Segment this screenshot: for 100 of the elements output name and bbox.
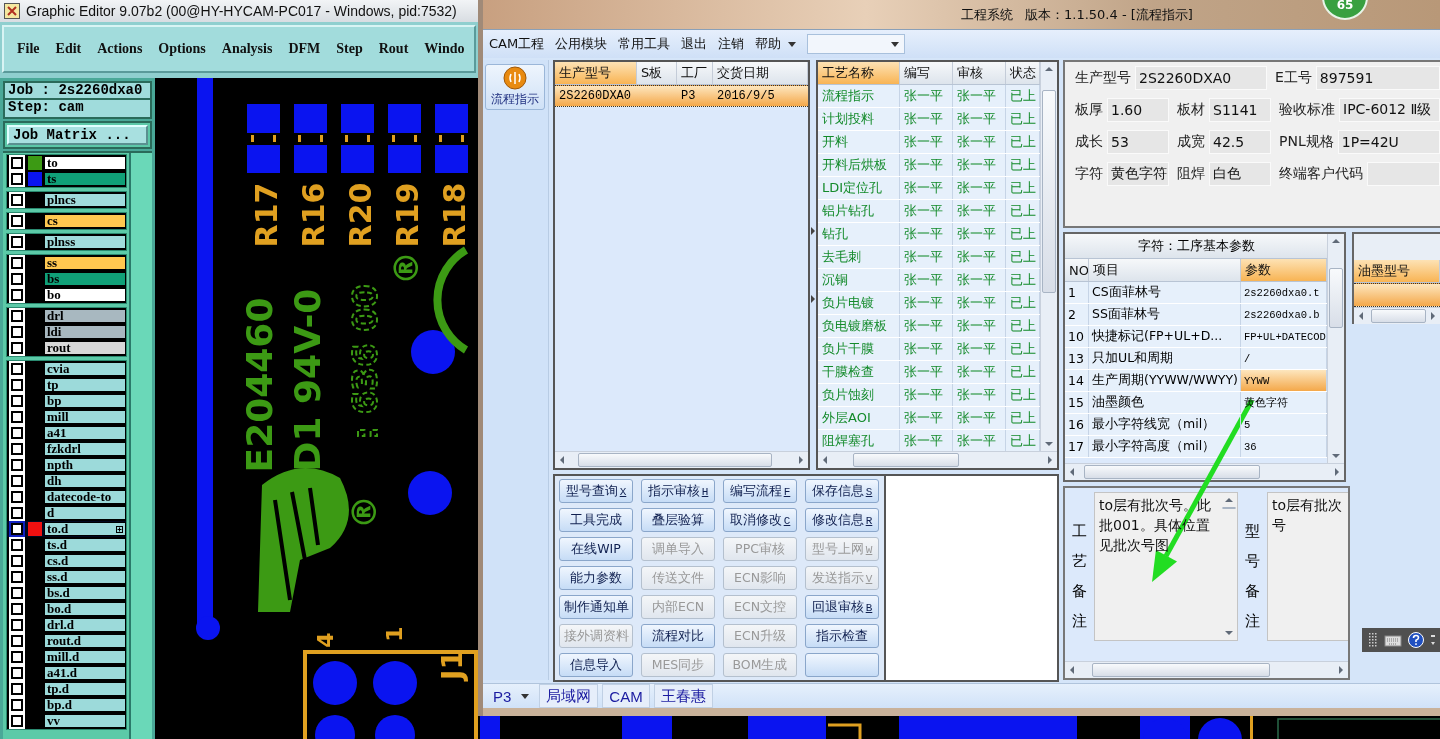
horizontal-scrollbar[interactable] <box>1354 307 1440 324</box>
layer-name[interactable]: rout.d <box>44 634 126 648</box>
checkbox[interactable] <box>11 603 23 615</box>
layer-name[interactable]: plnss <box>44 235 126 249</box>
layer-name[interactable]: ss.d <box>44 570 126 584</box>
layer-name[interactable]: cs <box>44 214 126 228</box>
checkbox[interactable] <box>11 571 23 583</box>
table-cell[interactable]: YYWW <box>1241 370 1327 391</box>
checkbox[interactable] <box>11 173 23 185</box>
checkbox[interactable] <box>11 491 23 503</box>
help-icon[interactable] <box>1408 632 1424 648</box>
checkbox[interactable] <box>11 215 23 227</box>
text-field[interactable]: 黄色字符 <box>1107 162 1169 186</box>
expand-icon[interactable] <box>116 525 123 533</box>
action-button[interactable]: 制作通知单 <box>559 595 633 619</box>
checkbox[interactable] <box>11 310 23 322</box>
action-button[interactable]: 信息导入 <box>559 653 633 677</box>
layer-name[interactable]: dh <box>44 474 126 488</box>
action-button[interactable]: 指示检查 <box>805 624 879 648</box>
checkbox[interactable] <box>11 667 23 679</box>
column-header[interactable]: 工厂 <box>677 62 713 84</box>
checkbox[interactable] <box>11 443 23 455</box>
column-header[interactable]: 交货日期 <box>713 62 808 84</box>
menu-item[interactable]: Options <box>158 41 206 57</box>
checkbox[interactable] <box>11 411 23 423</box>
layer-name[interactable]: d <box>44 506 126 520</box>
column-header[interactable]: 生产型号 <box>555 62 637 84</box>
horizontal-scrollbar[interactable] <box>1065 661 1348 678</box>
layer-name[interactable]: bp.d <box>44 698 126 712</box>
checkbox[interactable] <box>11 194 23 206</box>
action-button[interactable]: 指示审核 H <box>641 479 715 503</box>
layer-name[interactable]: cs.d <box>44 554 126 568</box>
column-header[interactable]: 编写 <box>900 62 953 84</box>
checkbox[interactable] <box>11 619 23 631</box>
table-row[interactable]: 2S2260DXA0 P3 2016/9/5 <box>555 85 808 107</box>
horizontal-scrollbar[interactable] <box>555 451 808 468</box>
action-button[interactable]: 取消修改 C <box>723 508 797 532</box>
checkbox[interactable] <box>11 651 23 663</box>
checkbox[interactable] <box>11 683 23 695</box>
layer-name[interactable]: a41 <box>44 426 126 440</box>
vertical-scrollbar[interactable] <box>1327 234 1344 463</box>
text-field[interactable]: 白色 <box>1209 162 1271 186</box>
action-button[interactable]: 能力参数 <box>559 566 633 590</box>
action-button[interactable]: 回退审核 B <box>805 595 879 619</box>
text-field[interactable]: 53 <box>1107 130 1169 154</box>
column-header[interactable]: 审核 <box>953 62 1006 84</box>
checkbox[interactable] <box>11 326 23 338</box>
text-field[interactable]: IPC-6012 Ⅱ级 <box>1339 98 1440 122</box>
checkbox[interactable] <box>11 273 23 285</box>
checkbox[interactable] <box>11 157 23 169</box>
menu-item[interactable]: Edit <box>55 41 82 57</box>
action-button[interactable]: 工具完成 <box>559 508 633 532</box>
column-header[interactable]: 工艺名称 <box>818 62 900 84</box>
layer-name[interactable]: datecode-to <box>44 490 126 504</box>
menu-item[interactable]: DFM <box>288 41 321 57</box>
layer-name[interactable]: plncs <box>44 193 126 207</box>
grip-icon[interactable] <box>1368 632 1378 648</box>
layer-name[interactable]: cvia <box>44 362 126 376</box>
text-field[interactable]: S1141 <box>1209 98 1271 122</box>
menu-item[interactable]: Windo <box>424 41 465 57</box>
layer-name[interactable]: ts <box>44 172 126 186</box>
checkbox[interactable] <box>11 539 23 551</box>
action-button[interactable]: 叠层验算 <box>641 508 715 532</box>
menu-item[interactable]: 退出 <box>681 35 708 53</box>
checkbox[interactable] <box>11 523 23 535</box>
layer-name[interactable]: vv <box>44 714 126 728</box>
menu-item[interactable]: Step <box>336 41 363 57</box>
text-field[interactable]: 42.5 <box>1209 130 1271 154</box>
vertical-scrollbar[interactable] <box>1040 62 1057 451</box>
layer-name[interactable]: to <box>44 156 126 170</box>
column-header[interactable]: NO <box>1065 259 1089 281</box>
layer-name[interactable]: a41.d <box>44 666 126 680</box>
table-row[interactable] <box>1354 283 1440 307</box>
checkbox[interactable] <box>11 395 23 407</box>
checkbox[interactable] <box>11 257 23 269</box>
checkbox[interactable] <box>11 715 23 727</box>
checkbox[interactable] <box>11 555 23 567</box>
action-button[interactable]: 流程对比 <box>641 624 715 648</box>
menu-item[interactable]: Analysis <box>221 41 273 57</box>
text-field[interactable]: 1.60 <box>1107 98 1169 122</box>
layer-name[interactable]: to.d <box>44 522 126 536</box>
checkbox[interactable] <box>11 475 23 487</box>
text-field[interactable]: 2S2260DXA0 <box>1135 66 1267 90</box>
dropdown-field[interactable] <box>807 34 906 54</box>
layer-name[interactable]: ts.d <box>44 538 126 552</box>
job-matrix-button[interactable]: Job Matrix ... <box>7 125 148 145</box>
action-button[interactable]: 保存信息 S <box>805 479 879 503</box>
layer-name[interactable]: tp <box>44 378 126 392</box>
action-button[interactable]: 编写流程 F <box>723 479 797 503</box>
layer-name[interactable]: mill.d <box>44 650 126 664</box>
checkbox[interactable] <box>11 236 23 248</box>
layer-name[interactable]: mill <box>44 410 126 424</box>
layer-name[interactable]: fzkdrl <box>44 442 126 456</box>
action-button[interactable]: 在线WIP <box>559 537 633 561</box>
menu-item[interactable]: 常用工具 <box>618 35 671 53</box>
checkbox[interactable] <box>11 587 23 599</box>
checkbox[interactable] <box>11 459 23 471</box>
column-header[interactable]: 油墨型号 <box>1354 260 1440 282</box>
action-button[interactable]: 型号查询 X <box>559 479 633 503</box>
menu-item[interactable]: 公用模块 <box>555 35 608 53</box>
